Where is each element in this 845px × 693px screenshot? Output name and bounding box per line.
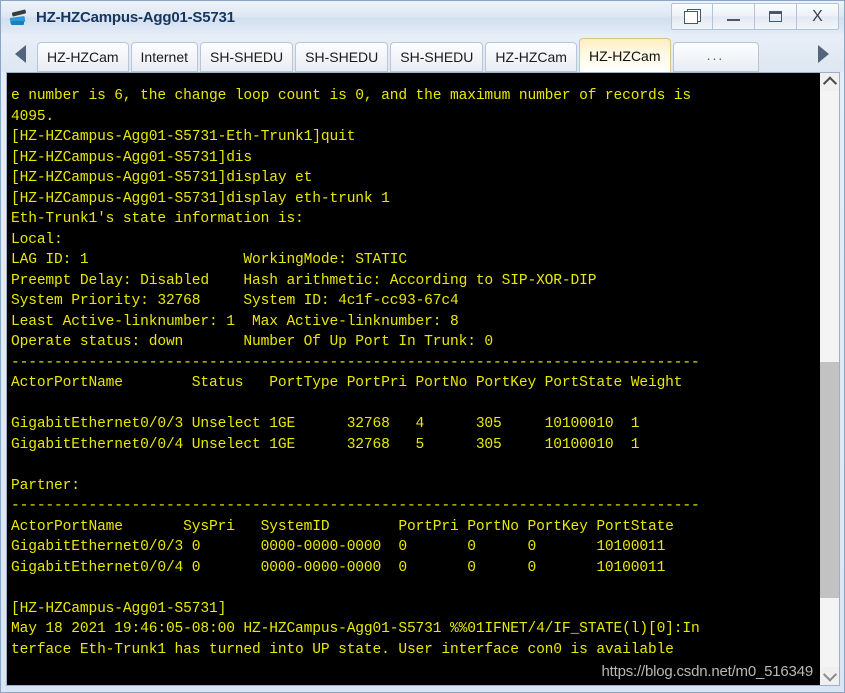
title-bar: HZ-HZCampus-Agg01-S5731 X xyxy=(1,1,844,34)
chevron-left-icon xyxy=(14,45,26,63)
window-controls: X xyxy=(671,2,839,31)
terminal-text: e number is 6, the change loop count is … xyxy=(11,88,700,658)
terminal-window: HZ-HZCampus-Agg01-S5731 X HZ-HZCam Inter… xyxy=(0,0,845,693)
tab-sh-shedu-1[interactable]: SH-SHEDU xyxy=(200,42,294,72)
tab-scroll-left-button[interactable] xyxy=(3,36,37,72)
tab-sh-shedu-3[interactable]: SH-SHEDU xyxy=(390,42,484,72)
tab-scroll-right-button[interactable] xyxy=(806,36,840,72)
maximize-icon xyxy=(769,11,782,22)
scrollbar-thumb[interactable] xyxy=(820,361,839,598)
terminal-output[interactable]: .3.6.1.4.1.2011.5.25.191.3.1 configurati… xyxy=(7,73,819,685)
chevron-down-icon xyxy=(822,667,837,682)
tab-internet[interactable]: Internet xyxy=(130,42,199,72)
terminal-panel: .3.6.1.4.1.2011.5.25.191.3.1 configurati… xyxy=(6,72,840,686)
tab-bar: HZ-HZCam Internet SH-SHEDU SH-SHEDU SH-S… xyxy=(1,34,844,72)
chevron-up-icon xyxy=(822,76,837,91)
tab-hz-hzcam-3-active[interactable]: HZ-HZCam xyxy=(578,38,671,72)
scrollbar-track[interactable] xyxy=(820,91,839,667)
terminal-clipped-line-text: .3.6.1.4.1.2011.5.25.191.3.1 configurati… xyxy=(7,73,594,82)
minimize-icon xyxy=(727,19,740,21)
window-title: HZ-HZCampus-Agg01-S5731 xyxy=(36,9,235,26)
tab-overflow-button[interactable]: ... xyxy=(672,42,759,72)
tab-sh-shedu-2[interactable]: SH-SHEDU xyxy=(295,42,389,72)
tab-list: HZ-HZCam Internet SH-SHEDU SH-SHEDU SH-S… xyxy=(37,36,806,72)
terminal-clipped-line: .3.6.1.4.1.2011.5.25.191.3.1 configurati… xyxy=(7,73,819,85)
watermark-text: https://blog.csdn.net/m0_516349 xyxy=(601,663,814,680)
minimize-button[interactable] xyxy=(713,3,755,30)
close-icon: X xyxy=(812,7,823,25)
chevron-right-icon xyxy=(817,45,829,63)
restore-icon xyxy=(683,9,701,24)
close-button[interactable]: X xyxy=(797,3,839,30)
scrollbar-up-button[interactable] xyxy=(820,73,839,91)
maximize-button[interactable] xyxy=(755,3,797,30)
scrollbar-down-button[interactable] xyxy=(820,667,839,685)
restore-button[interactable] xyxy=(671,3,713,30)
tab-hz-hzcam-1[interactable]: HZ-HZCam xyxy=(37,42,129,72)
tab-hz-hzcam-2[interactable]: HZ-HZCam xyxy=(485,42,577,72)
vertical-scrollbar[interactable] xyxy=(819,73,839,685)
terminal-app-icon xyxy=(9,8,29,28)
